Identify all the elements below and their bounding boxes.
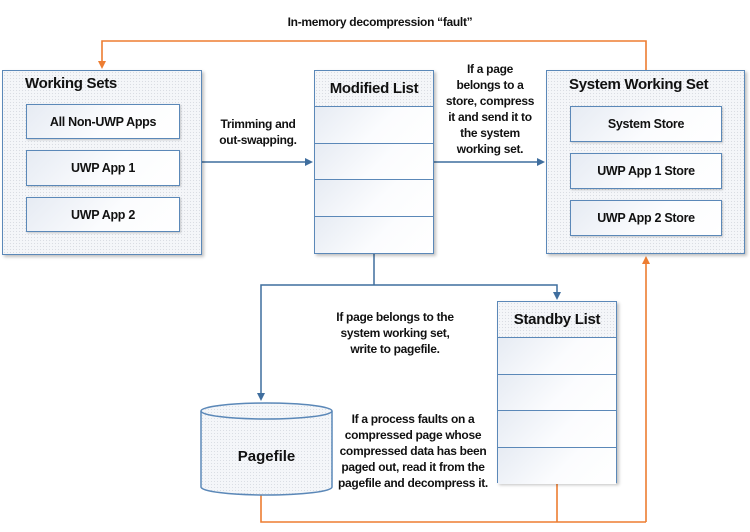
system-store[interactable]: System Store	[570, 106, 722, 142]
item-label: UWP App 1 Store	[597, 164, 695, 178]
read-pagefile-label: If a process faults on a compressed page…	[332, 411, 494, 491]
label-line: compressed page whose	[344, 428, 482, 442]
list-row	[498, 374, 616, 411]
working-set-item-uwp-app-2[interactable]: UWP App 2	[26, 197, 180, 232]
label-line: it and send it to	[448, 110, 532, 124]
modified-list-header: Modified List	[315, 71, 433, 107]
pagefile-label: Pagefile	[237, 448, 296, 465]
label-line: If page belongs to the	[336, 310, 454, 324]
list-row	[498, 411, 616, 448]
list-row	[315, 107, 433, 144]
list-row	[315, 216, 433, 253]
label-line: If a process faults on a	[351, 412, 475, 426]
item-label: System Store	[607, 117, 685, 131]
working-sets-title: Working Sets	[25, 75, 117, 92]
item-label: UWP App 2	[71, 207, 135, 222]
label-line: belongs to a	[456, 78, 524, 92]
trimming-label: Trimming and out-swapping.	[208, 116, 308, 148]
list-row	[498, 447, 616, 484]
label-line: Trimming and	[220, 117, 296, 131]
label-line: compressed data has been	[339, 444, 487, 458]
uwp-app-2-store[interactable]: UWP App 2 Store	[570, 200, 722, 236]
working-set-item-non-uwp[interactable]: All Non-UWP Apps	[26, 104, 180, 139]
system-working-set-title: System Working Set	[569, 76, 709, 93]
decompression-fault-label: In-memory decompression “fault”	[287, 15, 473, 29]
item-label: UWP App 1	[71, 161, 135, 175]
label-line: If a page	[467, 62, 513, 76]
standby-list[interactable]: Standby List	[497, 301, 617, 484]
write-pagefile-label: If page belongs to the system working se…	[320, 309, 470, 357]
pagefile-read-line	[260, 495, 646, 523]
label-line: write to pagefile.	[350, 342, 440, 356]
standby-list-header: Standby List	[498, 302, 616, 338]
list-row	[315, 180, 433, 217]
to-standby-arrow	[374, 284, 561, 300]
working-set-item-uwp-app-1[interactable]: UWP App 1	[26, 150, 180, 186]
label-line: pagefile and decompress it.	[338, 476, 488, 490]
label-line: store, compress	[445, 94, 535, 108]
decompression-fault-arrow	[98, 40, 647, 70]
label-line: system working set,	[340, 326, 450, 340]
label-line: working set.	[456, 142, 524, 156]
label-line: out-swapping.	[219, 133, 297, 147]
list-row	[315, 143, 433, 180]
label-line: the system	[460, 126, 520, 140]
item-label: All Non-UWP Apps	[49, 114, 157, 129]
list-row	[498, 338, 616, 375]
compress-label: If a page belongs to a store, compress i…	[437, 61, 543, 157]
uwp-app-1-store[interactable]: UWP App 1 Store	[570, 153, 722, 189]
label-line: paged out, read it from the	[341, 460, 485, 474]
item-label: UWP App 2 Store	[597, 211, 695, 225]
modified-list[interactable]: Modified List	[314, 70, 434, 254]
